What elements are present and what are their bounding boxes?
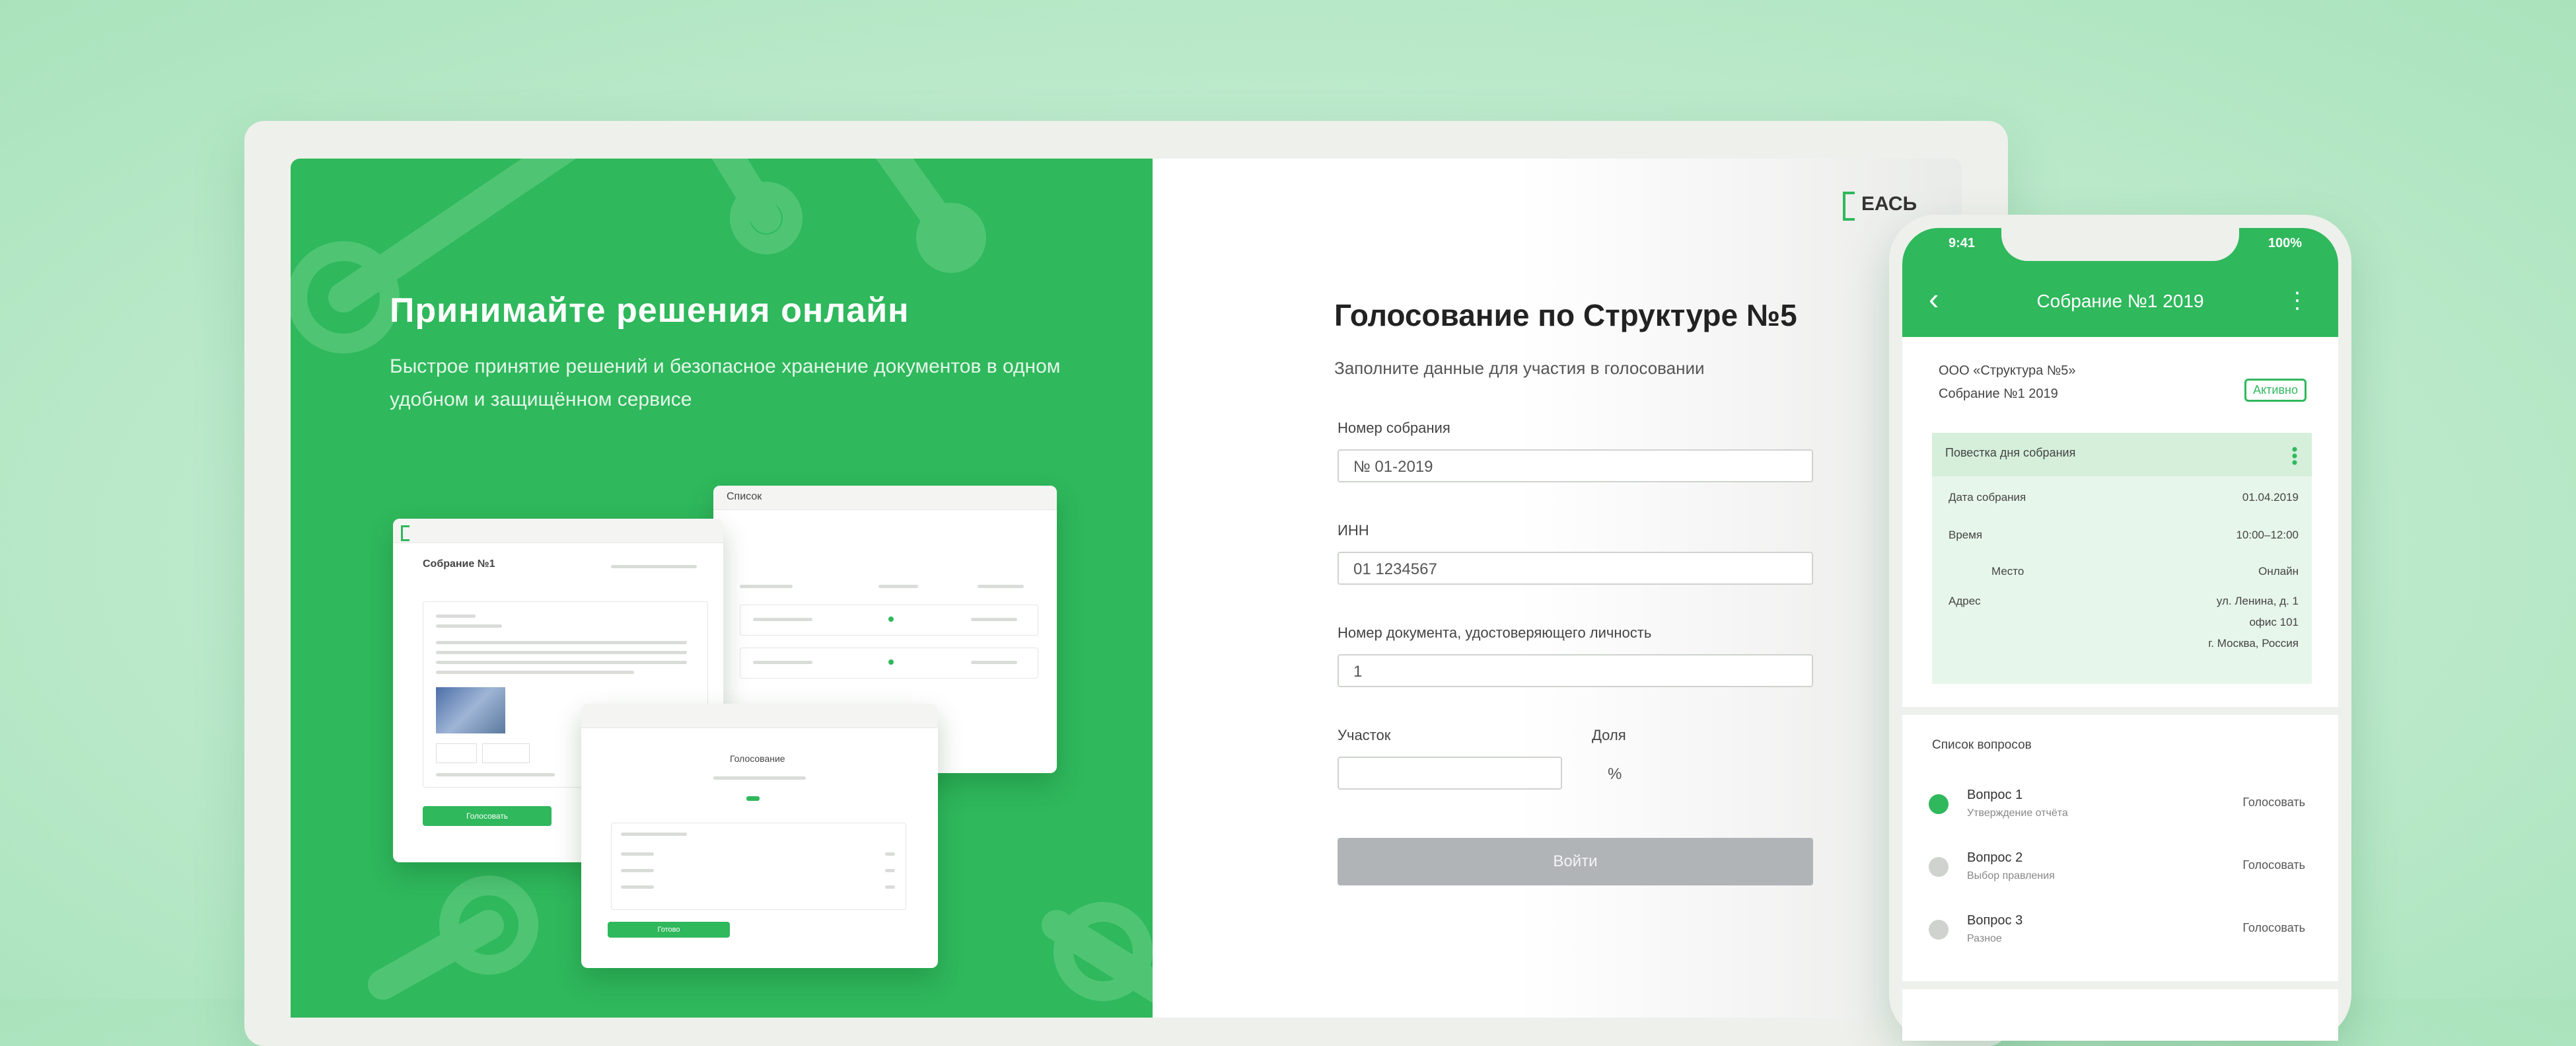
mini-vote-button: Голосовать xyxy=(423,806,552,826)
form-title: Голосование по Структуре №5 xyxy=(1334,298,1797,332)
question-status-dot xyxy=(1929,794,1949,814)
org-name: ООО «Структура №5» xyxy=(1939,363,2076,378)
meeting-name: Собрание №1 2019 xyxy=(1939,387,2058,401)
mini-window-vote-title: Голосование xyxy=(730,753,785,764)
question-title: Вопрос 2 xyxy=(1967,850,2023,865)
status-battery: 100% xyxy=(2268,236,2302,250)
question-status-dot xyxy=(1929,857,1949,877)
agenda-row-label: Место xyxy=(1991,565,2024,578)
promo-panel: Принимайте решения онлайн Быстрое принят… xyxy=(291,159,1153,1018)
agenda-row-label: Адрес xyxy=(1949,595,1981,607)
form-subtitle: Заполните данные для участия в голосован… xyxy=(1334,358,1705,378)
mini-done-button: Готово xyxy=(608,922,730,938)
question-subtitle: Утверждение отчёта xyxy=(1967,807,2068,819)
question-item[interactable]: Вопрос 3 Разное Голосовать xyxy=(1929,912,2312,958)
field-label-share: Доля xyxy=(1592,727,1626,743)
field-label-plot: Участок xyxy=(1338,727,1391,743)
question-subtitle: Выбор правления xyxy=(1967,870,2055,881)
question-title: Вопрос 3 xyxy=(1967,913,2023,928)
agenda-card[interactable]: Повестка дня собрания Дата собрания 01.0… xyxy=(1932,433,2312,684)
question-action[interactable]: Голосовать xyxy=(2242,921,2305,935)
plot-input[interactable] xyxy=(1338,757,1562,790)
document-number-input[interactable]: 1 xyxy=(1338,654,1813,687)
agenda-row-extra: г. Москва, Россия xyxy=(2208,637,2299,650)
submit-button[interactable]: Войти xyxy=(1338,838,1813,885)
more-icon[interactable]: ⋮ xyxy=(2286,287,2308,314)
agenda-row-value: Онлайн xyxy=(2258,565,2299,578)
field-label-document: Номер документа, удостоверяющего личност… xyxy=(1338,624,1652,641)
promo-title: Принимайте решения онлайн xyxy=(390,291,910,330)
phone-title: Собрание №1 2019 xyxy=(2036,291,2204,311)
phone-divider xyxy=(1902,981,2338,989)
questions-title: Список вопросов xyxy=(1932,738,2032,752)
drag-handle-icon[interactable] xyxy=(2292,446,2297,466)
phone-screen: 9:41 100% ‹ Собрание №1 2019 ⋮ ООО «Стру… xyxy=(1902,228,2338,1041)
status-time: 9:41 xyxy=(1949,236,1976,250)
phone-header: 9:41 100% ‹ Собрание №1 2019 ⋮ xyxy=(1902,228,2338,337)
question-subtitle: Разное xyxy=(1967,933,2002,944)
phone-frame: 9:41 100% ‹ Собрание №1 2019 ⋮ ООО «Стру… xyxy=(1889,215,2351,1041)
login-form-panel: Голосование по Структуре №5 Заполните да… xyxy=(1153,159,1962,1018)
agenda-card-header: Повестка дня собрания xyxy=(1932,433,2312,476)
logo-icon xyxy=(1843,192,1855,221)
field-label-inn: ИНН xyxy=(1338,522,1369,539)
question-item[interactable]: Вопрос 2 Выбор правления Голосовать xyxy=(1929,849,2312,895)
logo-text: ЕАСЬ xyxy=(1861,193,1917,215)
phone-divider xyxy=(1902,707,2338,715)
inn-input[interactable]: 01 1234567 xyxy=(1338,552,1813,585)
mini-window-list-title: Список xyxy=(727,491,762,502)
question-item[interactable]: Вопрос 1 Утверждение отчёта Голосовать xyxy=(1929,786,2312,833)
agenda-row-label: Время xyxy=(1949,529,1983,541)
status-badge: Активно xyxy=(2244,379,2307,402)
agenda-row-value: ул. Ленина, д. 1 xyxy=(2216,595,2299,607)
phone-notch xyxy=(2001,228,2239,261)
meeting-number-input[interactable]: № 01-2019 xyxy=(1338,449,1813,482)
mini-window-meeting-title: Собрание №1 xyxy=(423,558,495,570)
agenda-row-label: Дата собрания xyxy=(1949,491,2026,504)
question-title: Вопрос 1 xyxy=(1967,788,2023,802)
question-status-dot xyxy=(1929,920,1949,940)
agenda-row-value: 01.04.2019 xyxy=(2242,491,2299,504)
question-action[interactable]: Голосовать xyxy=(2242,858,2305,872)
promo-subtitle: Быстрое принятие решений и безопасное хр… xyxy=(390,355,1061,410)
question-action[interactable]: Голосовать xyxy=(2242,796,2305,809)
mini-photo xyxy=(436,687,505,733)
share-input[interactable]: % xyxy=(1592,757,1813,790)
laptop-screen: Принимайте решения онлайн Быстрое принят… xyxy=(291,159,1962,1018)
mini-window-vote: Голосование Готово xyxy=(581,704,938,968)
field-label-meeting: Номер собрания xyxy=(1338,420,1450,436)
agenda-row-extra: офис 101 xyxy=(2249,616,2299,628)
agenda-row-value: 10:00–12:00 xyxy=(2236,529,2299,541)
agenda-title: Повестка дня собрания xyxy=(1945,446,2076,459)
